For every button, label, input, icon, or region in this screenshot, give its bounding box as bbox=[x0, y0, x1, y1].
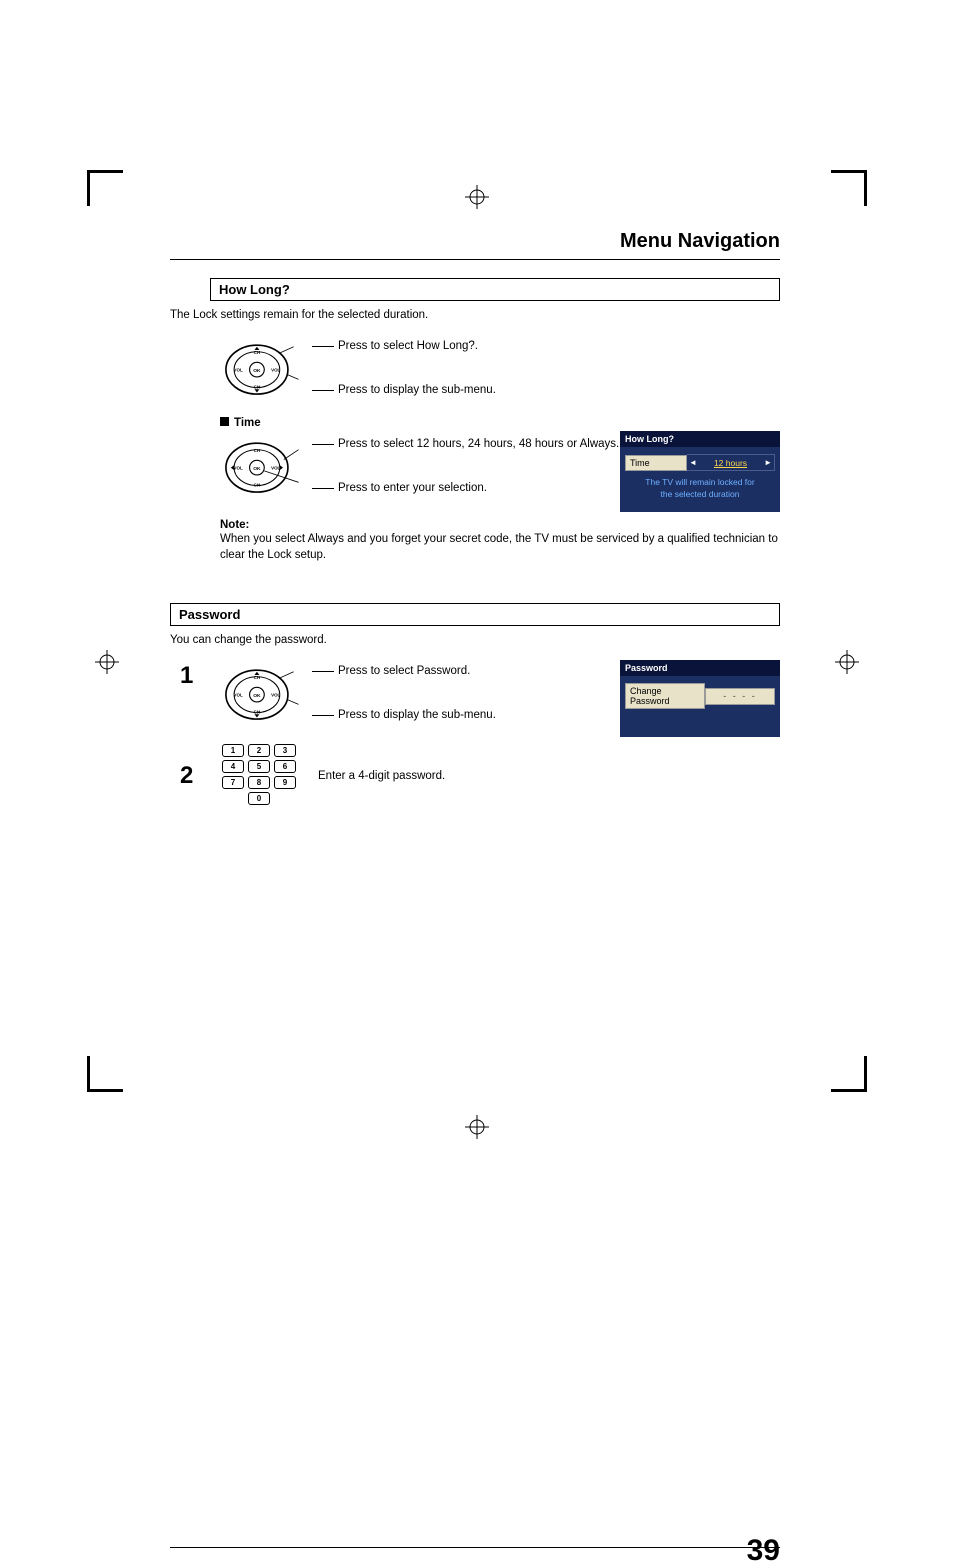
key-6: 6 bbox=[274, 760, 296, 773]
key-7: 7 bbox=[222, 776, 244, 789]
crop-corner-br bbox=[831, 1056, 867, 1092]
svg-text:CH: CH bbox=[254, 350, 260, 355]
section-heading-howlong: How Long? bbox=[210, 278, 780, 301]
crop-corner-tl bbox=[87, 170, 123, 206]
svg-text:CH: CH bbox=[254, 482, 260, 487]
svg-text:CH: CH bbox=[254, 448, 260, 453]
svg-text:VOL: VOL bbox=[234, 693, 243, 698]
remote-dpad-icon: OK CH CH VOL VOL bbox=[220, 662, 302, 724]
osd-change-password-label: Change Password bbox=[625, 683, 705, 709]
right-arrow-icon: ► bbox=[764, 458, 772, 467]
key-5: 5 bbox=[248, 760, 270, 773]
svg-text:OK: OK bbox=[253, 693, 261, 699]
svg-text:OK: OK bbox=[253, 466, 261, 472]
osd-howlong-title: How Long? bbox=[620, 431, 780, 447]
osd-time-row: Time ◄ 12 hours ► bbox=[625, 454, 775, 471]
osd-howlong-panel: How Long? Time ◄ 12 hours ► The TV will … bbox=[620, 431, 780, 512]
osd-time-note: The TV will remain locked forthe selecte… bbox=[625, 477, 775, 500]
howlong-desc-1: Press to select How Long?. bbox=[338, 340, 496, 352]
key-0: 0 bbox=[248, 792, 270, 805]
footer-rule bbox=[170, 1547, 780, 1548]
svg-text:VOL: VOL bbox=[271, 693, 280, 698]
svg-text:VOL: VOL bbox=[271, 367, 280, 372]
key-1: 1 bbox=[222, 744, 244, 757]
page-number: 39 bbox=[747, 1534, 780, 1568]
remote-dpad-icon: OK CH CH VOL VOL bbox=[220, 337, 302, 399]
left-arrow-icon: ◄ bbox=[689, 458, 697, 467]
registration-mark-right bbox=[835, 650, 859, 679]
key-9: 9 bbox=[274, 776, 296, 789]
registration-mark-bottom bbox=[465, 1115, 489, 1144]
osd-change-password-value: - - - - bbox=[705, 688, 775, 705]
page-title: Menu Navigation bbox=[170, 230, 780, 253]
note-text: When you select Always and you forget yo… bbox=[220, 531, 780, 563]
svg-text:VOL: VOL bbox=[234, 465, 243, 470]
registration-mark-top bbox=[465, 185, 489, 214]
key-2: 2 bbox=[248, 744, 270, 757]
password-intro: You can change the password. bbox=[170, 632, 780, 648]
remote-dpad-icon: OK CH CH VOL VOL bbox=[220, 435, 302, 497]
svg-text:CH: CH bbox=[254, 676, 260, 681]
key-3: 3 bbox=[274, 744, 296, 757]
key-4: 4 bbox=[222, 760, 244, 773]
section-heading-password: Password bbox=[170, 603, 780, 626]
title-rule bbox=[170, 259, 780, 260]
osd-time-value: 12 hours bbox=[714, 458, 747, 468]
keypad-icon: 1 2 3 4 5 6 7 8 9 0 bbox=[220, 744, 298, 808]
key-8: 8 bbox=[248, 776, 270, 789]
password-s1-desc-2: Press to display the sub-menu. bbox=[338, 709, 496, 721]
password-s1-desc-1: Press to select Password. bbox=[338, 665, 496, 677]
time-desc-2: Press to enter your selection. bbox=[338, 482, 619, 494]
svg-text:VOL: VOL bbox=[234, 367, 243, 372]
registration-mark-left bbox=[95, 650, 119, 679]
crop-corner-bl bbox=[87, 1056, 123, 1092]
note-heading: Note: bbox=[220, 519, 780, 531]
time-subheading: Time bbox=[220, 417, 780, 429]
svg-text:CH: CH bbox=[254, 384, 260, 389]
step-number-1: 1 bbox=[180, 662, 220, 690]
password-s2-desc: Enter a 4-digit password. bbox=[318, 768, 445, 784]
osd-password-title: Password bbox=[620, 660, 780, 676]
osd-time-label: Time bbox=[625, 455, 687, 471]
osd-password-panel: Password Change Password - - - - bbox=[620, 660, 780, 737]
osd-change-password-row: Change Password - - - - bbox=[625, 683, 775, 709]
step-number-2: 2 bbox=[180, 762, 220, 790]
time-desc-1: Press to select 12 hours, 24 hours, 48 h… bbox=[338, 438, 619, 450]
svg-text:VOL: VOL bbox=[271, 465, 280, 470]
svg-text:OK: OK bbox=[253, 368, 261, 374]
howlong-intro: The Lock settings remain for the selecte… bbox=[170, 307, 780, 323]
crop-corner-tr bbox=[831, 170, 867, 206]
howlong-desc-2: Press to display the sub-menu. bbox=[338, 384, 496, 396]
svg-text:CH: CH bbox=[254, 710, 260, 715]
